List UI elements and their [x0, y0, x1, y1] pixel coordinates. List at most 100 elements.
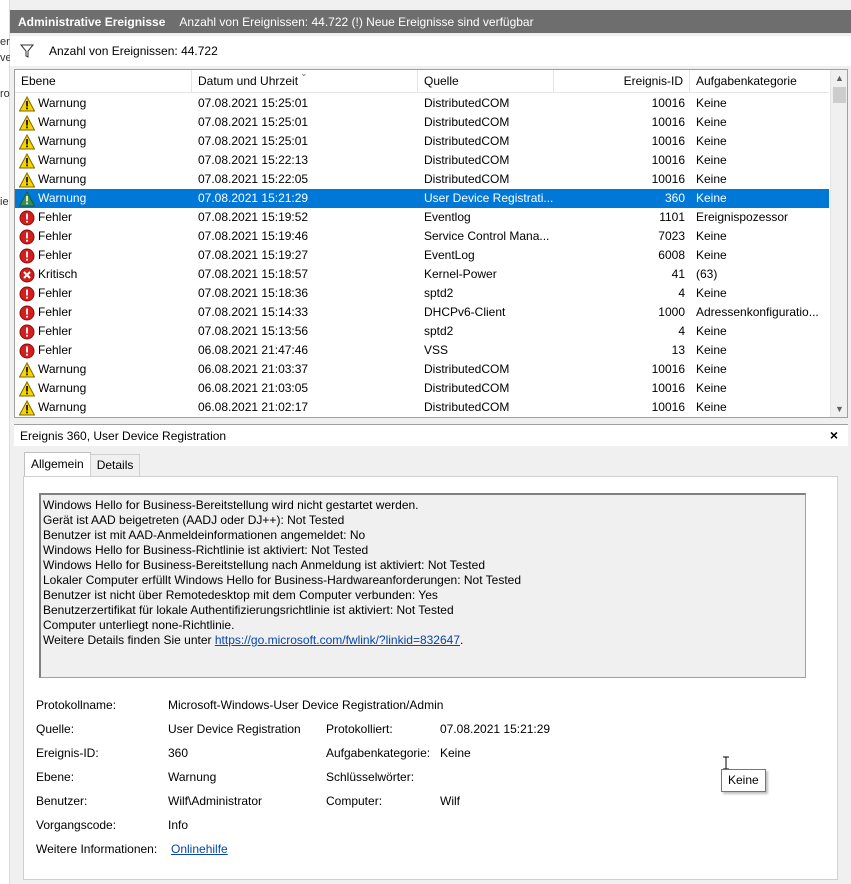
cell-ereignis-id: 13: [671, 343, 685, 357]
cell-datum: 06.08.2021 21:47:46: [198, 343, 309, 357]
cell-datum: 07.08.2021 15:13:56: [198, 324, 309, 338]
table-row[interactable]: Fehler 07.08.2021 15:19:27 EventLog 6008 Kei…: [15, 246, 829, 265]
cell-ereignis-id: 6008: [658, 248, 685, 262]
prop-value[interactable]: Wilf\Administrator: [168, 793, 262, 809]
table-row[interactable]: Fehler 07.08.2021 15:19:46 Service Control…: [15, 227, 829, 246]
details-suffix: .: [460, 633, 464, 647]
table-row[interactable]: Warnung 07.08.2021 15:21:29 User Device Re…: [15, 189, 829, 208]
error-icon: [19, 248, 38, 264]
left-panel-edge: er ve ro ie: [0, 0, 12, 884]
cell-ereignis-id: 360: [664, 191, 685, 205]
level-text: Fehler: [38, 210, 73, 224]
scroll-thumb[interactable]: [833, 87, 846, 103]
tab-details[interactable]: Details: [89, 454, 141, 476]
prop-value[interactable]: Keine: [440, 745, 471, 761]
table-row[interactable]: Warnung 07.08.2021 15:22:13 DistributedCOM…: [15, 151, 829, 170]
table-row[interactable]: Warnung 07.08.2021 15:25:01 DistributedCOM…: [15, 113, 829, 132]
left-strip-text: ro: [0, 88, 10, 100]
cell-quelle: DistributedCOM: [424, 400, 510, 414]
cell-aufgabenkategorie: Keine: [696, 343, 727, 357]
level-text: Kritisch: [38, 267, 78, 281]
table-row[interactable]: Fehler 06.08.2021 21:47:46 VSS 13 Keine: [15, 341, 829, 360]
tab-allgemein[interactable]: Allgemein: [24, 452, 91, 476]
error-icon: [19, 324, 38, 340]
cell-datum: 06.08.2021 21:03:37: [198, 362, 309, 376]
cell-ereignis-id: 4: [678, 324, 685, 338]
details-prefix: Weitere Details finden Sie unter: [43, 633, 215, 647]
online-help-link[interactable]: Onlinehilfe: [171, 841, 228, 857]
prop-row-quelle: Quelle: User Device Registration Protoko…: [36, 721, 816, 737]
cell-ereignis-id: 10016: [651, 153, 685, 167]
cell-quelle: DHCPv6-Client: [424, 305, 506, 319]
cell-datum: 07.08.2021 15:19:52: [198, 210, 309, 224]
warning-icon: [19, 95, 38, 112]
table-row[interactable]: Warnung 07.08.2021 15:25:01 DistributedCOM…: [15, 132, 829, 151]
level-text: Warnung: [38, 362, 87, 376]
prop-value[interactable]: User Device Registration: [168, 721, 301, 737]
table-row[interactable]: Warnung 07.08.2021 15:22:05 DistributedCOM…: [15, 170, 829, 189]
table-row[interactable]: Kritisch 07.08.2021 15:18:57 Kernel-Power 4…: [15, 265, 829, 284]
column-header-aufgabenkategorie[interactable]: Aufgabenkategorie: [690, 70, 829, 93]
table-row[interactable]: Fehler 07.08.2021 15:14:33 DHCPv6-Client 10…: [15, 303, 829, 322]
event-description[interactable]: Windows Hello for Business-Bereitstellun…: [39, 493, 806, 678]
warning-icon: [19, 190, 38, 207]
warning-icon: [19, 399, 38, 416]
prop-value[interactable]: Warnung: [168, 769, 216, 785]
table-row[interactable]: Warnung 06.08.2021 21:03:05 DistributedCOM…: [15, 379, 829, 398]
details-link[interactable]: https://go.microsoft.com/fwlink/?linkid=…: [215, 633, 460, 647]
cell-quelle: Kernel-Power: [424, 267, 497, 281]
table-row[interactable]: Warnung 06.08.2021 21:02:17 DistributedCOM…: [15, 398, 829, 417]
cell-ebene: Kritisch: [19, 265, 189, 284]
table-row[interactable]: Fehler 07.08.2021 15:19:52 Eventlog 1101 Ere…: [15, 208, 829, 227]
prop-value[interactable]: 360: [168, 745, 188, 761]
column-header-quelle[interactable]: Quelle: [418, 70, 554, 93]
prop-row-protokollname: Protokollname: Microsoft-Windows-User De…: [36, 697, 816, 713]
events-table[interactable]: Ebene Datum und Uhrzeit ⌄ Quelle Ereigni…: [14, 69, 848, 418]
cell-datum: 07.08.2021 15:18:57: [198, 267, 309, 281]
description-line: Benutzer ist mit AAD-Anmeldeinformatione…: [43, 528, 366, 542]
description-line: Windows Hello for Business-Richtlinie is…: [43, 543, 369, 557]
error-icon: [19, 229, 38, 245]
level-text: Fehler: [38, 229, 73, 243]
cell-ereignis-id: 10016: [651, 115, 685, 129]
table-row[interactable]: Fehler 07.08.2021 15:18:36 sptd2 4 Keine: [15, 284, 829, 303]
prop-value[interactable]: Microsoft-Windows-User Device Registrati…: [168, 697, 443, 713]
scroll-up-icon[interactable]: ▲: [831, 70, 847, 86]
column-header-ereignis-id[interactable]: Ereignis-ID: [554, 70, 690, 93]
scroll-down-icon[interactable]: ▼: [831, 401, 847, 417]
cell-datum: 07.08.2021 15:25:01: [198, 134, 309, 148]
text-cursor-icon: [723, 756, 729, 770]
cell-ebene: Fehler: [19, 284, 189, 303]
description-line: Gerät ist AAD beigetreten (AADJ oder DJ+…: [43, 513, 345, 527]
cell-ereignis-id: 10016: [651, 362, 685, 376]
cell-ereignis-id: 10016: [651, 96, 685, 110]
prop-value[interactable]: 07.08.2021 15:21:29: [440, 721, 550, 737]
cell-aufgabenkategorie: (63): [696, 267, 718, 281]
level-text: Warnung: [38, 400, 87, 414]
warning-icon: [19, 171, 38, 188]
table-row[interactable]: Warnung 07.08.2021 15:25:01 DistributedCOM…: [15, 94, 829, 113]
cell-datum: 07.08.2021 15:21:29: [198, 191, 309, 205]
column-header-ebene[interactable]: Ebene: [15, 70, 192, 93]
filter-icon[interactable]: [20, 44, 34, 58]
prop-value[interactable]: Wilf: [440, 793, 460, 809]
cell-quelle: sptd2: [424, 324, 454, 338]
table-row[interactable]: Warnung 06.08.2021 21:03:37 DistributedCOM…: [15, 360, 829, 379]
table-row[interactable]: Fehler 07.08.2021 15:13:56 sptd2 4 Keine: [15, 322, 829, 341]
cell-datum: 07.08.2021 15:22:05: [198, 172, 309, 186]
cell-aufgabenkategorie: Keine: [696, 381, 727, 395]
close-icon[interactable]: ×: [830, 427, 838, 443]
error-icon: [19, 343, 38, 359]
cell-datum: 07.08.2021 15:22:13: [198, 153, 309, 167]
cell-quelle: DistributedCOM: [424, 134, 510, 148]
critical-icon: [19, 267, 38, 283]
level-text: Warnung: [38, 381, 87, 395]
prop-value[interactable]: Info: [168, 817, 188, 833]
description-details-line: Weitere Details finden Sie unter https:/…: [43, 633, 803, 648]
cell-ebene: Warnung: [19, 132, 189, 151]
table-body: Warnung 07.08.2021 15:25:01 DistributedCOM…: [15, 94, 829, 417]
level-text: Warnung: [38, 115, 87, 129]
prop-row-ereignisid: Ereignis-ID: 360 Aufgabenkategorie: Kein…: [36, 745, 816, 761]
cell-datum: 06.08.2021 21:02:17: [198, 400, 309, 414]
table-scrollbar[interactable]: ▲ ▼: [830, 70, 847, 417]
